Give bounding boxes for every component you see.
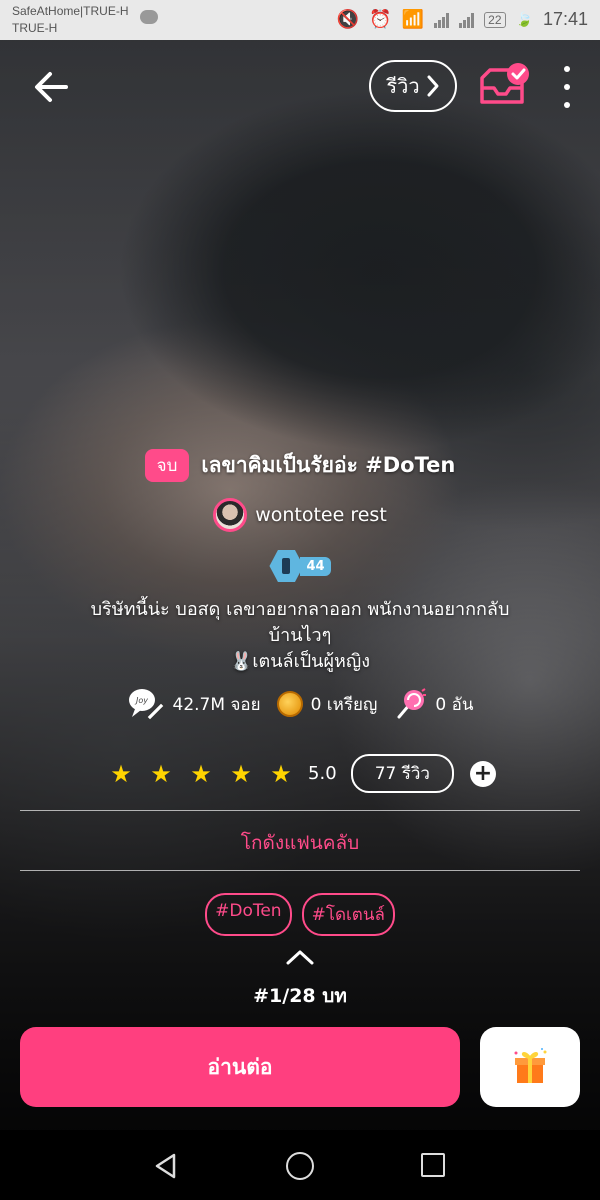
story-description: บริษัทนี้น่ะ บอสดุ เลขาอยากลาออก พนักงาน… <box>0 597 600 675</box>
rating-row: ★ ★ ★ ★ ★ 5.0 77 รีวิว + <box>0 754 600 793</box>
gift-button[interactable] <box>480 1027 580 1107</box>
level-hex-icon <box>269 550 304 582</box>
reviews-button[interactable]: 77 รีวิว <box>350 754 454 793</box>
arrow-left-icon <box>35 72 68 102</box>
library-button[interactable] <box>476 60 532 112</box>
chevron-right-icon <box>427 75 439 97</box>
review-label: รีวิว <box>386 74 420 98</box>
carrier-info: SafeAtHome|TRUE-H TRUE-H <box>12 3 128 37</box>
title-row: จบ เลขาคิมเป็นรัยอ่ะ #DoTen <box>0 449 600 482</box>
back-button[interactable] <box>30 65 74 109</box>
rating-score: 5.0 <box>308 763 337 784</box>
reads-count: 42.7M จอย <box>172 694 261 715</box>
status-badge: จบ <box>144 449 190 482</box>
joy-icon: Joy <box>128 689 165 721</box>
carrier-line-1: SafeAtHome|TRUE-H <box>12 4 129 18</box>
clock: 17:41 <box>542 9 588 29</box>
gift-icon <box>514 1048 547 1083</box>
wifi-icon: 📶 <box>401 9 425 29</box>
alarm-icon: ⏰ <box>369 9 392 29</box>
review-button[interactable]: รีวิว <box>369 60 457 112</box>
star-icon: ★ <box>150 759 172 788</box>
author-name[interactable]: wontotee rest <box>255 504 387 526</box>
chapter-progress: #1/28 บท <box>253 985 347 1007</box>
nav-home-icon[interactable] <box>286 1152 314 1180</box>
chevron-up-icon <box>286 950 314 965</box>
level-number: 44 <box>300 556 331 576</box>
more-dot-icon <box>564 66 570 72</box>
add-review-button[interactable]: + <box>469 760 496 787</box>
signal-icon-1 <box>434 12 450 28</box>
coins-stat: 0 เหรียญ <box>276 691 378 718</box>
more-options-button[interactable] <box>555 66 579 108</box>
nav-recents-icon[interactable] <box>421 1153 445 1177</box>
continue-reading-button[interactable]: อ่านต่อ <box>20 1027 460 1107</box>
fanclub-link[interactable]: โกดังแฟนคลับ <box>0 828 600 858</box>
leaf-icon: 🍃 <box>515 11 533 27</box>
star-icon: ★ <box>110 759 132 788</box>
description-line: บริษัทนี้น่ะ บอสดุ เลขาอยากลาออก พนักงาน… <box>90 599 510 620</box>
candies-stat: 0 อัน <box>393 687 473 721</box>
plus-icon: + <box>473 760 493 786</box>
level-badge: 44 <box>269 550 331 582</box>
inbox-check-icon <box>480 63 529 104</box>
status-icons: 🔇 ⏰ 📶 22 🍃 17:41 <box>337 9 588 30</box>
star-icon: ★ <box>190 759 212 788</box>
mute-icon: 🔇 <box>336 9 360 29</box>
svg-text:Joy: Joy <box>134 696 148 705</box>
nav-back-icon[interactable] <box>152 1152 180 1180</box>
star-icon: ★ <box>230 759 252 788</box>
coins-count: 0 เหรียญ <box>310 694 378 715</box>
status-bar: SafeAtHome|TRUE-H TRUE-H 🔇 ⏰ 📶 22 🍃 17:4… <box>0 0 600 40</box>
system-nav-bar <box>0 1130 600 1200</box>
description-line: 🐰เตนล์เป็นผู้หญิง <box>229 651 370 672</box>
expand-button[interactable] <box>0 948 600 970</box>
signal-icon-2 <box>459 12 475 28</box>
more-dot-icon <box>564 84 570 90</box>
author-row[interactable]: wontotee rest <box>0 498 600 532</box>
battery-icon: 22 <box>484 11 506 28</box>
carrier-line-2: TRUE-H <box>12 21 58 35</box>
candies-count: 0 อัน <box>435 694 474 715</box>
chat-icon <box>140 10 158 24</box>
tag-list: #DoTen #โดเตนล์ <box>0 893 600 936</box>
lollipop-icon <box>397 688 427 719</box>
star-icon: ★ <box>270 759 292 788</box>
divider <box>20 810 580 811</box>
coin-icon <box>276 691 303 717</box>
more-dot-icon <box>564 102 570 108</box>
author-level: 44 <box>0 550 600 582</box>
divider <box>20 870 580 871</box>
reads-stat: Joy 42.7M จอย <box>127 687 261 721</box>
description-line: บ้านไวๆ <box>268 625 332 646</box>
tag-chip[interactable]: #DoTen <box>205 893 292 936</box>
tag-chip[interactable]: #โดเตนล์ <box>301 893 395 936</box>
action-bar: อ่านต่อ <box>0 1025 600 1110</box>
avatar[interactable] <box>213 498 248 532</box>
stats-row: Joy 42.7M จอย 0 เหรียญ 0 อัน <box>0 687 600 721</box>
story-title: เลขาคิมเป็นรัยอ่ะ #DoTen <box>201 453 456 477</box>
